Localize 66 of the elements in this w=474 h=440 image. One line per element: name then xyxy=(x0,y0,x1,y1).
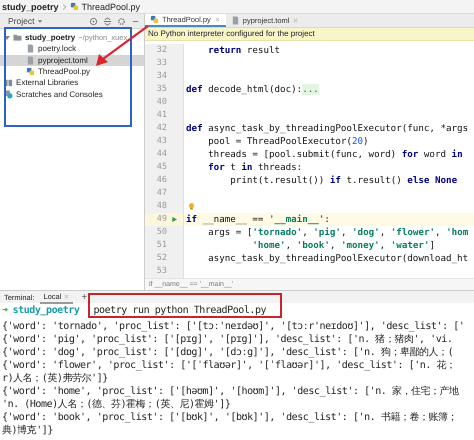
caret-icon[interactable] xyxy=(37,18,44,24)
settings-icon[interactable] xyxy=(117,16,126,26)
terminal-output-line: {'word': 'tornado', 'proc_list': ['[tɔː'neɪdəʊ]', '[tɔːr'neɪdoʊ]'], 'desc_list': [' xyxy=(2,320,466,333)
code-line: async_task_by_threadingPoolExecutor(download_ht xyxy=(207,253,468,264)
python-file-icon xyxy=(70,2,79,11)
line-number: 47 xyxy=(156,187,167,200)
collapse-icon[interactable] xyxy=(103,16,112,26)
terminal-output-line: {'word': 'book', 'proc_list': ['[bʊk]', '[bʊk]'], 'desc_list': ['n. 书籍；卷；账簿； xyxy=(2,411,458,424)
line-number: 44 xyxy=(156,148,167,162)
terminal-output-line: {'word': 'dog', 'proc_list': ['[dɒg]', '[dɔːg]'], 'desc_list': ['n. 狗；卑鄙的人；( xyxy=(2,346,454,359)
folder-icon xyxy=(13,33,22,42)
target-icon[interactable] xyxy=(89,16,98,26)
terminal-command: poetry run python ThreadPool.py xyxy=(93,304,266,317)
line-number: 46 xyxy=(156,174,167,188)
line-number: 43 xyxy=(156,135,167,148)
line-number: 45 xyxy=(156,161,167,174)
line-number: 33 xyxy=(156,57,167,70)
code-line: if __name__ == '__main__': xyxy=(186,214,330,226)
line-number: 48 xyxy=(156,200,167,214)
prompt-directory: study_poetry xyxy=(12,304,80,317)
line-number: 32 xyxy=(156,44,167,58)
tree-item[interactable]: External Libraries xyxy=(0,77,144,88)
project-view-dropdown[interactable]: Project xyxy=(8,16,44,26)
code-line: for t in threads: xyxy=(207,162,302,174)
terminal-output-line: {'word': 'home', 'proc_list': ['[həʊm]', '[hoʊm]'], 'desc_list': ['n. 家，住宅；产地 xyxy=(2,385,460,398)
code-line: threads = [pool.submit(func, word) for word in xyxy=(207,149,463,160)
terminal-output-line: {'word': 'flower', 'proc_list': ['[ˈflaʊər]', '[ˈflaʊər]'], 'desc_list': ['n. 花； xyxy=(2,359,457,372)
code-line: 'home', 'book', 'money', 'water'] xyxy=(251,240,436,252)
line-number: 52 xyxy=(156,252,167,266)
line-number: 35 xyxy=(156,83,167,96)
line-number: 51 xyxy=(156,239,167,252)
chevron-icon xyxy=(62,2,67,10)
tree-item[interactable]: pyproject.toml xyxy=(0,54,144,66)
run-icon[interactable] xyxy=(170,216,178,224)
breadcrumb-project[interactable]: study_poetry xyxy=(2,2,59,12)
terminal-output-line: r)人名；(英)弗劳尔']} xyxy=(2,372,109,385)
code-line: def decode_html(doc):... xyxy=(186,84,319,96)
line-number: 53 xyxy=(156,265,167,278)
lightbulb-icon[interactable] xyxy=(188,202,195,212)
new-terminal-button[interactable]: + xyxy=(79,292,90,302)
line-number: 34 xyxy=(156,70,167,84)
scratches-icon xyxy=(4,90,13,99)
library-icon xyxy=(4,78,13,88)
tree-item[interactable]: poetry.lock xyxy=(0,43,144,55)
tree-item[interactable]: Scratches and Consoles xyxy=(0,88,144,100)
prompt-arrow: ➜ xyxy=(2,304,8,317)
terminal-output-line: 'n. (Home)人名；(德、芬)霍梅；(英、尼)霍姆']} xyxy=(2,398,232,411)
breadcrumb-file[interactable]: ThreadPool.py xyxy=(82,2,140,12)
code-line: print(t.result()) if t.result() else None xyxy=(229,175,458,186)
close-icon[interactable] xyxy=(214,16,221,23)
terminal-output-line: {'word': 'pig', 'proc_list': ['[pɪg]', '[pɪg]'], 'desc_list': ['n. 猪；猪肉', 'vi. xyxy=(2,333,454,346)
line-number: 50 xyxy=(156,226,167,240)
line-number: 49 xyxy=(156,213,167,226)
code-line: return result xyxy=(207,45,280,56)
interpreter-warning: No Python interpreter configured for the project xyxy=(145,28,474,42)
tree-item[interactable]: ThreadPool.py xyxy=(0,66,144,78)
code-line: pool = ThreadPoolExecutor(20) xyxy=(207,136,369,148)
close-icon[interactable] xyxy=(63,292,70,300)
code-line: args = ['tornado', 'pig', 'dog', 'flower', 'hom xyxy=(207,227,468,238)
line-number: 42 xyxy=(156,122,167,136)
line-number: 41 xyxy=(156,109,167,122)
line-number: 40 xyxy=(156,96,167,110)
code-line: def async_task_by_threadingPoolExecutor(func, *args xyxy=(186,123,468,134)
python-file-icon xyxy=(26,67,35,76)
python-file-icon xyxy=(150,14,159,24)
terminal-output-line: 典)博克']} xyxy=(2,424,54,437)
